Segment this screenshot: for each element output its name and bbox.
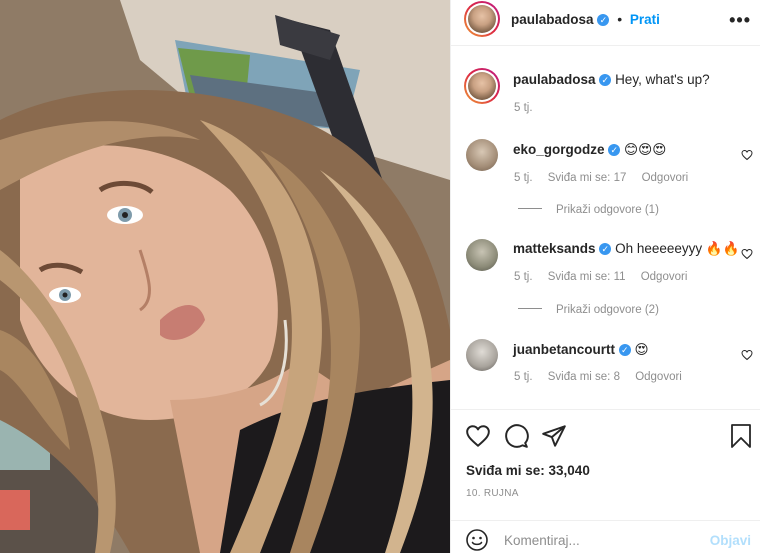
reply-button[interactable]: Odgovori: [635, 371, 682, 383]
commenter-avatar[interactable]: [466, 239, 498, 271]
comment-time[interactable]: 5 tj.: [514, 371, 533, 383]
paper-plane-icon[interactable]: [541, 423, 567, 449]
comment-like-heart-icon[interactable]: [741, 349, 753, 361]
author-avatar[interactable]: [464, 1, 500, 37]
comment-text: 😍: [634, 342, 649, 357]
comment-item: matteksands ✓ Oh heeeeeyyy 🔥🔥 5 tj. Sviđ…: [451, 230, 760, 325]
caption-avatar[interactable]: [464, 68, 500, 104]
smiley-icon[interactable]: [465, 528, 489, 552]
more-options-icon[interactable]: •••: [729, 10, 751, 31]
comment-username[interactable]: juanbetancourtt: [513, 342, 615, 357]
caption-username[interactable]: paulabadosa: [513, 72, 596, 87]
post-photo[interactable]: [0, 0, 450, 553]
verified-badge-icon: ✓: [597, 14, 610, 26]
post-date[interactable]: 10. RUJNA: [466, 488, 519, 499]
view-replies-label: Prikaži odgovore (2): [556, 304, 659, 316]
comment-likes[interactable]: Sviđa mi se: 8: [548, 371, 620, 383]
caption-text: Hey, what's up?: [615, 72, 710, 87]
replies-divider: [518, 308, 542, 309]
comment-input[interactable]: Komentiraj...: [504, 533, 580, 548]
comment-likes[interactable]: Sviđa mi se: 17: [548, 172, 627, 184]
verified-badge-icon: ✓: [599, 74, 612, 86]
reply-button[interactable]: Odgovori: [642, 172, 689, 184]
view-replies-button[interactable]: Prikaži odgovore (1): [518, 204, 659, 216]
add-comment-bar: Komentiraj... Objavi: [451, 520, 760, 553]
comment-text: Oh heeeeeyyy 🔥🔥: [615, 241, 740, 256]
heart-icon[interactable]: [465, 423, 491, 449]
comment-username[interactable]: matteksands: [513, 241, 596, 256]
caption: paulabadosa ✓ Hey, what's up? 5 tj.: [451, 46, 760, 116]
bookmark-icon[interactable]: [729, 423, 753, 449]
verified-badge-icon: ✓: [608, 144, 621, 156]
post-comment-button[interactable]: Objavi: [710, 533, 751, 548]
author-username[interactable]: paulabadosa: [511, 12, 594, 27]
comment-like-heart-icon[interactable]: [741, 149, 753, 161]
view-replies-button[interactable]: Prikaži odgovore (2): [518, 304, 659, 316]
commenter-avatar[interactable]: [466, 339, 498, 371]
comment-bubble-icon[interactable]: [503, 423, 529, 449]
commenter-avatar[interactable]: [466, 139, 498, 171]
post-header: paulabadosa ✓ • Prati •••: [451, 0, 760, 46]
post-sidebar: paulabadosa ✓ • Prati ••• paulabadosa ✓ …: [450, 0, 760, 553]
comment-time[interactable]: 5 tj.: [514, 172, 533, 184]
post-actions: Sviđa mi se: 33,040 10. RUJNA Komentiraj…: [451, 409, 760, 553]
likes-count[interactable]: Sviđa mi se: 33,040: [466, 463, 590, 478]
caption-time[interactable]: 5 tj.: [514, 102, 533, 114]
comment-text: 😊😍😍: [624, 142, 667, 157]
verified-badge-icon: ✓: [618, 344, 631, 356]
reply-button[interactable]: Odgovori: [641, 271, 688, 283]
comment-likes[interactable]: Sviđa mi se: 11: [548, 271, 626, 283]
replies-divider: [518, 208, 542, 209]
view-replies-label: Prikaži odgovore (1): [556, 204, 659, 216]
comment-username[interactable]: eko_gorgodze: [513, 142, 605, 157]
comment-item: eko_gorgodze ✓ 😊😍😍 5 tj. Sviđa mi se: 17…: [451, 130, 760, 225]
follow-button[interactable]: Prati: [630, 12, 660, 27]
comment-like-heart-icon[interactable]: [741, 248, 753, 260]
comment-item: juanbetancourtt ✓ 😍 5 tj. Sviđa mi se: 8…: [451, 330, 760, 400]
verified-badge-icon: ✓: [599, 243, 612, 255]
selfie-illustration: [0, 0, 450, 553]
comment-time[interactable]: 5 tj.: [514, 271, 533, 283]
